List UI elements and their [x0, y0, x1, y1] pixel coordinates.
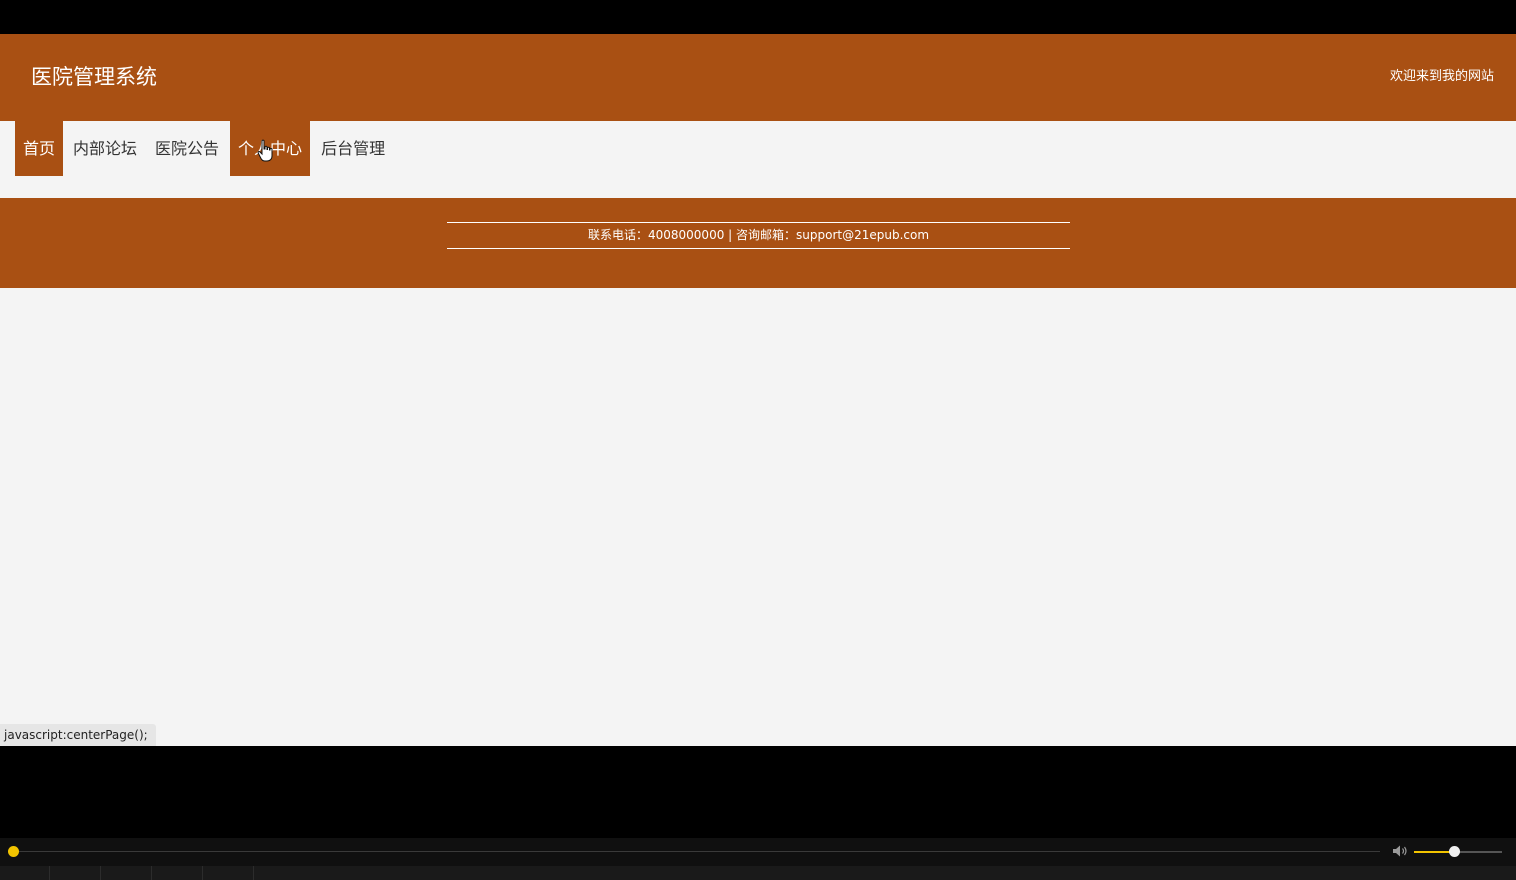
- taskbar-slot[interactable]: [203, 866, 254, 880]
- progress-handle[interactable]: [8, 846, 19, 857]
- welcome-text: 欢迎来到我的网站: [1389, 69, 1494, 84]
- status-bar-url: javascript:centerPage();: [0, 724, 156, 746]
- nav-list: 首页 内部论坛 医院公告 个人中心 后台管理: [15, 121, 393, 176]
- taskbar-slot[interactable]: [50, 866, 101, 880]
- volume-fill: [1414, 851, 1454, 853]
- site-header: 医院管理系统 欢迎来到我的网站: [0, 34, 1516, 121]
- speaker-icon[interactable]: [1392, 844, 1408, 858]
- browser-viewport: 医院管理系统 欢迎来到我的网站 首页 内部论坛 医院公告 个人中心 后台管理 联…: [0, 34, 1516, 746]
- main-nav: 首页 内部论坛 医院公告 个人中心 后台管理: [0, 121, 1516, 198]
- nav-item-announcements[interactable]: 医院公告: [147, 121, 227, 176]
- site-footer: 联系电话：4008000000 | 咨询邮箱：support@21epub.co…: [0, 198, 1516, 288]
- site-title[interactable]: 医院管理系统: [31, 62, 157, 92]
- nav-item-admin[interactable]: 后台管理: [313, 121, 393, 176]
- hand-pointer-icon: [257, 139, 273, 162]
- taskbar-slot[interactable]: [101, 866, 152, 880]
- taskbar: [0, 866, 1516, 880]
- nav-item-home[interactable]: 首页: [15, 121, 64, 176]
- progress-track[interactable]: [14, 851, 1380, 852]
- taskbar-slot[interactable]: [152, 866, 203, 880]
- video-player-controls: [0, 838, 1516, 866]
- footer-contact: 联系电话：4008000000 | 咨询邮箱：support@21epub.co…: [447, 222, 1070, 249]
- taskbar-slot[interactable]: [0, 866, 50, 880]
- volume-handle[interactable]: [1448, 846, 1460, 857]
- nav-item-forum[interactable]: 内部论坛: [65, 121, 145, 176]
